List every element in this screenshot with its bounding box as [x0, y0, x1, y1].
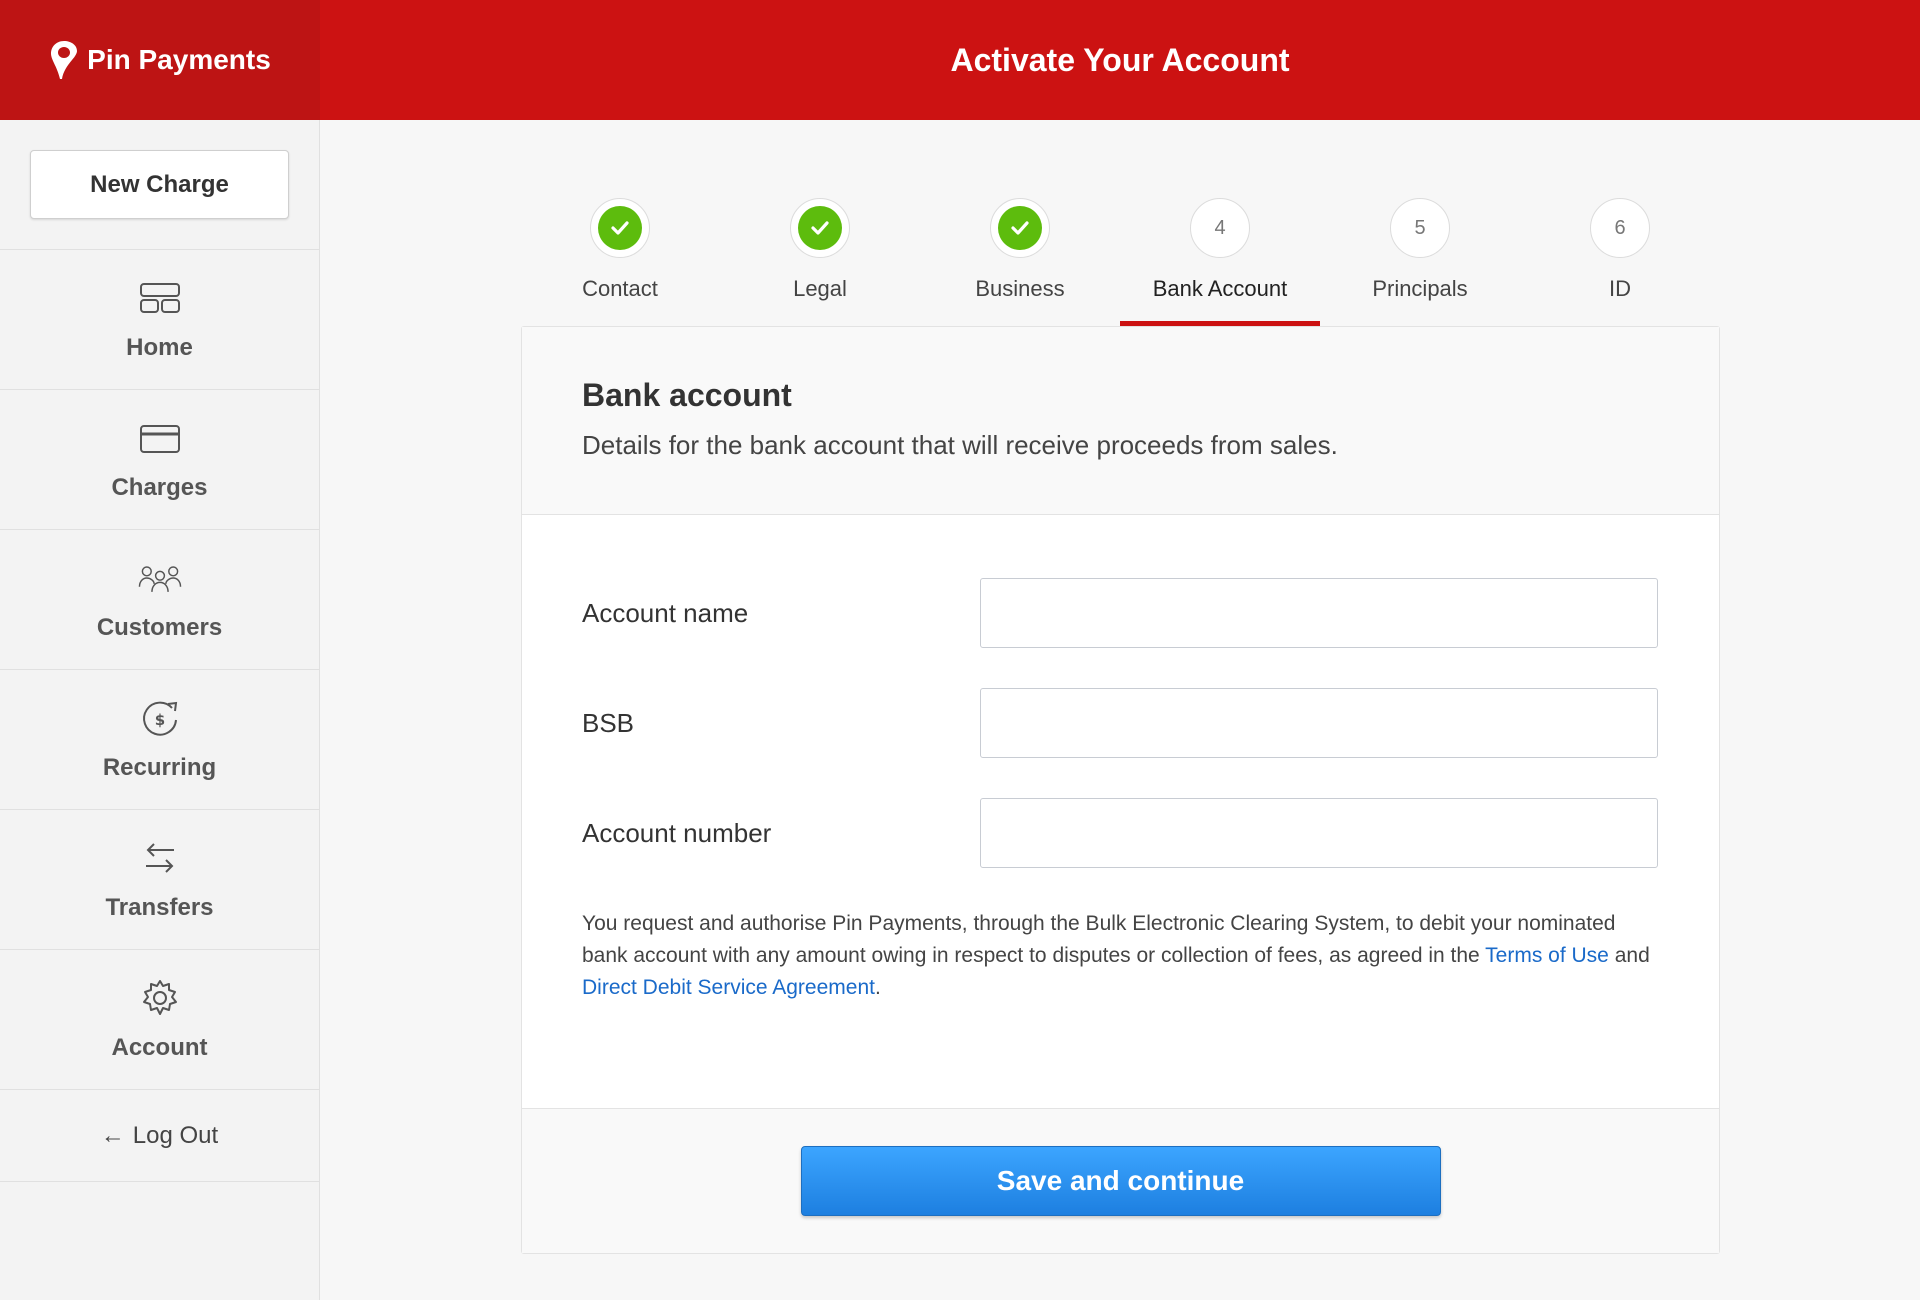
- direct-debit-agreement-link[interactable]: Direct Debit Service Agreement: [582, 976, 875, 999]
- sidebar-item-label: Recurring: [102, 753, 217, 781]
- step-principals[interactable]: 5 Principals: [1320, 198, 1520, 326]
- svg-text:$: $: [154, 711, 164, 729]
- card-icon: [139, 424, 180, 453]
- form-body: Account name BSB Account number You requ…: [522, 515, 1719, 1109]
- bsb-row: BSB: [582, 688, 1659, 758]
- step-indicator: [990, 198, 1050, 258]
- terms-of-use-link[interactable]: Terms of Use: [1485, 944, 1609, 967]
- step-label: Principals: [1372, 276, 1468, 301]
- customers-icon: [138, 565, 181, 592]
- account-name-row: Account name: [582, 578, 1659, 648]
- step-label: Bank Account: [1152, 276, 1288, 301]
- sidebar-item-account[interactable]: Account: [0, 950, 319, 1090]
- step-label: ID: [1609, 276, 1631, 301]
- step-contact[interactable]: Contact: [520, 198, 720, 326]
- bsb-input[interactable]: [980, 688, 1658, 758]
- arrow-left-icon: ←: [100, 1121, 125, 1149]
- page-title: Activate Your Account: [950, 42, 1290, 78]
- bank-account-form: Bank account Details for the bank accoun…: [521, 326, 1720, 1254]
- check-icon: [598, 206, 642, 250]
- disclaimer-and: and: [1614, 944, 1650, 967]
- account-number-input[interactable]: [980, 798, 1658, 868]
- form-footer: Save and continue: [522, 1109, 1719, 1253]
- account-number-label: Account number: [582, 817, 772, 848]
- step-label: Legal: [793, 276, 847, 301]
- direct-debit-disclaimer: You request and authorise Pin Payments, …: [582, 908, 1662, 1004]
- sidebar-item-transfers[interactable]: Transfers: [0, 810, 319, 950]
- account-name-input[interactable]: [980, 578, 1658, 648]
- step-number: 5: [1390, 198, 1450, 258]
- transfers-icon: [145, 842, 174, 873]
- form-subtitle: Details for the bank account that will r…: [582, 430, 1338, 460]
- sidebar-item-recurring[interactable]: $ Recurring: [0, 670, 319, 810]
- sidebar-item-label: Account: [111, 1033, 208, 1061]
- top-header: Pin Payments Activate Your Account: [0, 0, 1920, 120]
- disclaimer-text: You request and authorise Pin Payments, …: [582, 912, 1616, 967]
- logout-label: Log Out: [132, 1121, 219, 1149]
- sidebar-item-label: Customers: [96, 613, 223, 641]
- home-icon: [139, 282, 180, 313]
- sidebar-item-label: Charges: [111, 473, 208, 501]
- gear-icon: [142, 979, 177, 1015]
- step-indicator: [790, 198, 850, 258]
- step-id[interactable]: 6 ID: [1520, 198, 1720, 326]
- save-and-continue-button[interactable]: Save and continue: [800, 1146, 1441, 1216]
- step-label: Business: [975, 276, 1065, 301]
- disclaimer-period: .: [874, 976, 881, 999]
- sidebar-item-label: Transfers: [105, 893, 214, 921]
- logout-link[interactable]: ← Log Out: [0, 1090, 319, 1182]
- step-legal[interactable]: Legal: [720, 198, 920, 326]
- form-title: Bank account: [582, 377, 792, 413]
- account-name-label: Account name: [582, 597, 749, 628]
- sidebar-item-customers[interactable]: Customers: [0, 530, 319, 670]
- step-label: Contact: [582, 276, 658, 301]
- pin-logo-icon: [51, 41, 78, 79]
- step-indicator: [590, 198, 650, 258]
- sidebar-item-home[interactable]: Home: [0, 250, 319, 390]
- progress-steps: Contact Legal Business 4 Bank Account 5 …: [520, 198, 1720, 326]
- sidebar-item-label: Home: [126, 333, 193, 361]
- recurring-icon: $: [142, 701, 177, 736]
- brand-logo[interactable]: Pin Payments: [0, 0, 320, 120]
- step-number: 4: [1190, 198, 1250, 258]
- new-charge-button[interactable]: New Charge: [30, 150, 289, 219]
- new-charge-section: New Charge: [0, 120, 319, 250]
- brand-name: Pin Payments: [87, 44, 271, 75]
- step-bank-account[interactable]: 4 Bank Account: [1120, 198, 1320, 326]
- step-number: 6: [1590, 198, 1650, 258]
- sidebar: New Charge Home Charges Customers $ Recu…: [0, 120, 320, 1300]
- sidebar-item-charges[interactable]: Charges: [0, 390, 319, 530]
- check-icon: [798, 206, 842, 250]
- bsb-label: BSB: [582, 707, 635, 738]
- step-business[interactable]: Business: [920, 198, 1120, 326]
- check-icon: [998, 206, 1042, 250]
- account-number-row: Account number: [582, 798, 1659, 868]
- form-header: Bank account Details for the bank accoun…: [522, 327, 1719, 515]
